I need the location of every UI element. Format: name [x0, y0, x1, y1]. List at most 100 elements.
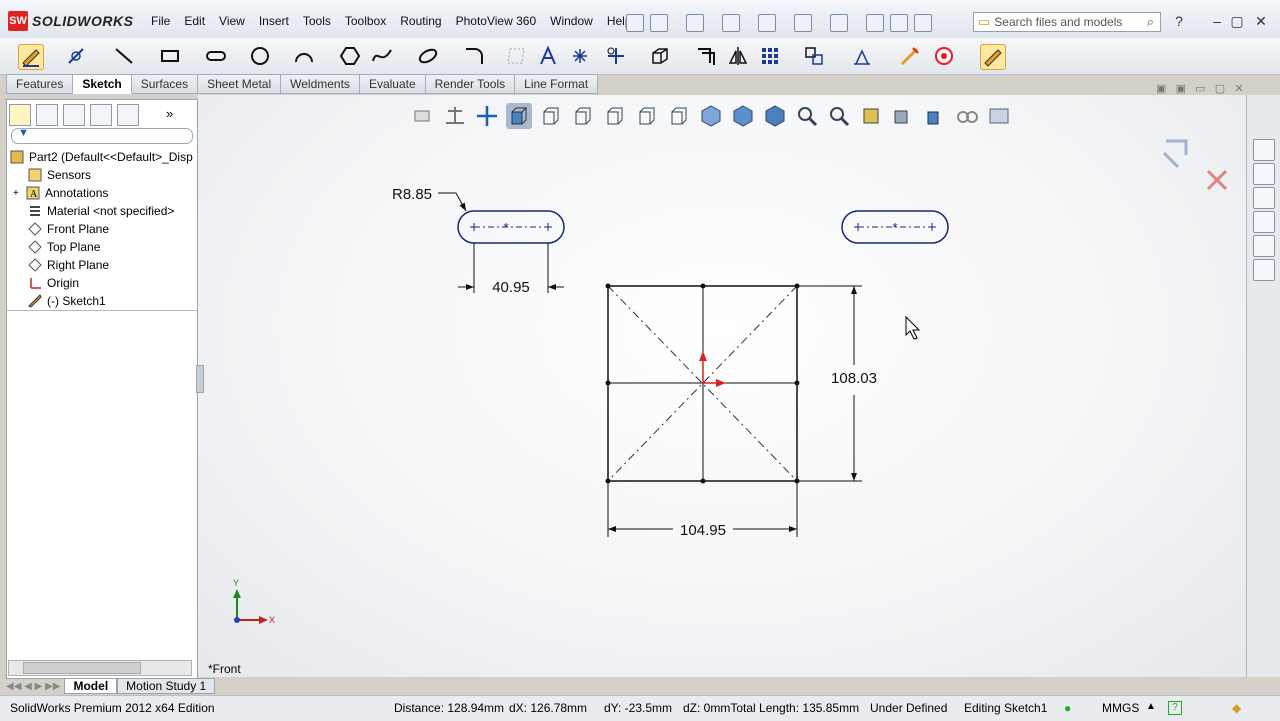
search-icon[interactable]: ⌕: [1147, 14, 1154, 30]
tab-weldments[interactable]: Weldments: [281, 74, 360, 94]
undo-icon[interactable]: [794, 14, 812, 32]
repair-sketch-icon[interactable]: [898, 44, 922, 68]
tree-filter-input[interactable]: ▼: [11, 127, 193, 144]
help-icon[interactable]: ?: [1170, 12, 1188, 30]
text-icon[interactable]: [536, 44, 560, 68]
open-icon[interactable]: [686, 14, 704, 32]
tab-line-format[interactable]: Line Format: [515, 74, 599, 94]
select-icon[interactable]: [830, 14, 848, 32]
sketch-tool-icon[interactable]: [18, 44, 44, 70]
display-delete-relations-icon[interactable]: [850, 44, 874, 68]
property-manager-tab-icon[interactable]: [36, 104, 58, 126]
slot-right[interactable]: *: [841, 210, 949, 244]
tab-sheet-metal[interactable]: Sheet Metal: [198, 74, 282, 94]
help-status-icon[interactable]: ?: [1168, 701, 1182, 715]
display-manager-tab-icon[interactable]: [117, 104, 139, 126]
tab-motion-study[interactable]: Motion Study 1: [117, 678, 216, 694]
doc-tile-icon[interactable]: ▣: [1156, 83, 1166, 95]
rectangle-icon[interactable]: [158, 44, 182, 68]
tab-model[interactable]: Model: [64, 678, 118, 694]
tree-item-front-plane[interactable]: Front Plane: [27, 220, 109, 238]
point-icon[interactable]: [568, 44, 592, 68]
configuration-manager-tab-icon[interactable]: [63, 104, 85, 126]
circle-icon[interactable]: [248, 44, 272, 68]
menu-view[interactable]: View: [212, 14, 252, 28]
trim-entities-icon[interactable]: [604, 44, 628, 68]
line-icon[interactable]: [112, 44, 136, 68]
unit-chevron-icon[interactable]: ▲: [1146, 701, 1156, 712]
menu-file[interactable]: File: [144, 14, 177, 28]
expand-plus-icon[interactable]: +: [13, 188, 25, 199]
tab-sketch[interactable]: Sketch: [73, 74, 132, 94]
slot-width-dimension[interactable]: 40.95: [492, 279, 530, 296]
search-box[interactable]: ▭ Search files and models ⌕: [973, 12, 1161, 32]
panel-splitter-handle[interactable]: [196, 365, 204, 393]
rectangle[interactable]: [605, 283, 800, 484]
unit-system[interactable]: MMGS: [1102, 701, 1139, 715]
tab-scroll-arrows-icon[interactable]: ◀◀ ◀ ▶ ▶▶: [6, 681, 60, 692]
tree-item-sketch1[interactable]: (-) Sketch1: [27, 292, 106, 310]
offset-entities-icon[interactable]: [694, 44, 718, 68]
tab-render-tools[interactable]: Render Tools: [425, 74, 516, 94]
panel-expand-icon[interactable]: »: [166, 104, 173, 126]
menu-photoview[interactable]: PhotoView 360: [449, 14, 544, 28]
radius-dimension[interactable]: R8.85: [392, 186, 432, 203]
spline-icon[interactable]: [370, 44, 394, 68]
tab-evaluate[interactable]: Evaluate: [359, 74, 426, 94]
slot-icon[interactable]: [204, 44, 228, 68]
tree-item-annotations[interactable]: + A Annotations: [13, 184, 108, 202]
save-icon[interactable]: [722, 14, 740, 32]
close-icon[interactable]: ✕: [1252, 12, 1270, 30]
plane-icon[interactable]: [504, 44, 528, 68]
doc-close-icon[interactable]: ✕: [1234, 83, 1243, 95]
convert-entities-icon[interactable]: [648, 44, 672, 68]
rect-height-dimension[interactable]: 108.03: [831, 370, 877, 387]
polygon-icon[interactable]: [338, 44, 362, 68]
tag-icon[interactable]: ◆: [1232, 701, 1241, 715]
tree-item-origin[interactable]: Origin: [27, 274, 79, 292]
mirror-entities-icon[interactable]: [726, 44, 750, 68]
view-palette-icon[interactable]: [1253, 211, 1275, 233]
feature-manager-tab-icon[interactable]: [9, 104, 31, 126]
menu-routing[interactable]: Routing: [393, 14, 448, 28]
new-document-icon[interactable]: [650, 14, 668, 32]
dimxpert-manager-tab-icon[interactable]: [90, 104, 112, 126]
appearances-icon[interactable]: [1253, 235, 1275, 257]
doc-minimize-icon[interactable]: ▭: [1195, 83, 1205, 95]
tree-item-sensors[interactable]: Sensors: [27, 166, 91, 184]
menu-tools[interactable]: Tools: [296, 14, 338, 28]
linear-pattern-icon[interactable]: [758, 44, 782, 68]
rapid-sketch-icon[interactable]: [980, 44, 1006, 70]
confirmation-corner[interactable]: [1162, 139, 1228, 191]
smart-dimension-icon[interactable]: [64, 44, 88, 68]
menu-edit[interactable]: Edit: [177, 14, 212, 28]
fillet-icon[interactable]: [462, 44, 486, 68]
tab-features[interactable]: Features: [6, 74, 74, 94]
ellipse-icon[interactable]: [416, 44, 440, 68]
graphics-area[interactable]: * * R8.85 40.95 108.03 104.95 Y X: [198, 95, 1246, 677]
tree-root-part[interactable]: Part2 (Default<<Default>_Disp: [9, 148, 193, 166]
restore-icon[interactable]: ▢: [1228, 12, 1246, 30]
solidworks-logo[interactable]: SW SOLIDWORKS: [8, 10, 133, 32]
scrollbar-thumb[interactable]: [23, 662, 141, 674]
quick-snaps-icon[interactable]: [932, 44, 956, 68]
tree-item-right-plane[interactable]: Right Plane: [27, 256, 109, 274]
file-properties-icon[interactable]: [890, 14, 908, 32]
doc-cascade-icon[interactable]: ▣: [1176, 83, 1186, 95]
custom-properties-icon[interactable]: [1253, 259, 1275, 281]
minimize-icon[interactable]: –: [1208, 12, 1226, 30]
rebuild-icon[interactable]: [866, 14, 884, 32]
tree-item-top-plane[interactable]: Top Plane: [27, 238, 100, 256]
arc-icon[interactable]: [292, 44, 316, 68]
options-icon[interactable]: [914, 14, 932, 32]
doc-restore-icon[interactable]: ▢: [1215, 83, 1225, 95]
file-explorer-icon[interactable]: [1253, 187, 1275, 209]
rect-width-dimension[interactable]: 104.95: [680, 522, 726, 539]
slot-left[interactable]: *: [457, 210, 565, 244]
design-library-icon[interactable]: [1253, 163, 1275, 185]
solidworks-resources-icon[interactable]: [1253, 139, 1275, 161]
move-entities-icon[interactable]: [802, 44, 826, 68]
menu-window[interactable]: Window: [543, 14, 600, 28]
tree-item-material[interactable]: Material <not specified>: [27, 202, 174, 220]
tree-horizontal-scrollbar[interactable]: [8, 660, 192, 676]
